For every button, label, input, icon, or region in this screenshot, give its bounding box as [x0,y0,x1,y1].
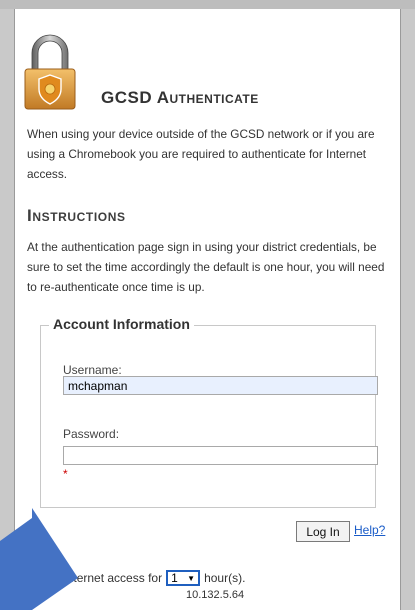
access-prefix-text: eed Internet access for [40,571,163,585]
hours-select-value: 1 [171,571,178,585]
app-title: GCSD Authenticate [101,88,259,107]
password-input[interactable] [63,446,378,465]
login-button[interactable]: Log In [296,521,350,542]
ip-address: 10.132.5.64 [186,589,245,601]
caret-down-icon: ▼ [187,573,196,583]
account-information-legend: Account Information [49,316,194,332]
instructions-heading: Instructions [27,206,126,225]
instructions-text: At the authentication page sign in using… [27,240,385,294]
required-asterisk: * [63,467,68,481]
account-information-fieldset: Account Information Username: Password: … [40,316,378,508]
help-link[interactable]: Help? [354,523,385,537]
access-suffix-text: hour(s). [204,571,246,585]
username-label: Username: [63,363,122,377]
username-input[interactable] [63,376,378,395]
access-duration-row: eed Internet access for 1 ▼ hour(s). [40,569,245,587]
password-label: Password: [63,427,120,441]
intro-text: When using your device outside of the GC… [27,127,375,181]
hours-select[interactable]: 1 ▼ [166,570,201,586]
window-frame-top [0,0,415,9]
padlock-shield-icon [24,34,76,110]
